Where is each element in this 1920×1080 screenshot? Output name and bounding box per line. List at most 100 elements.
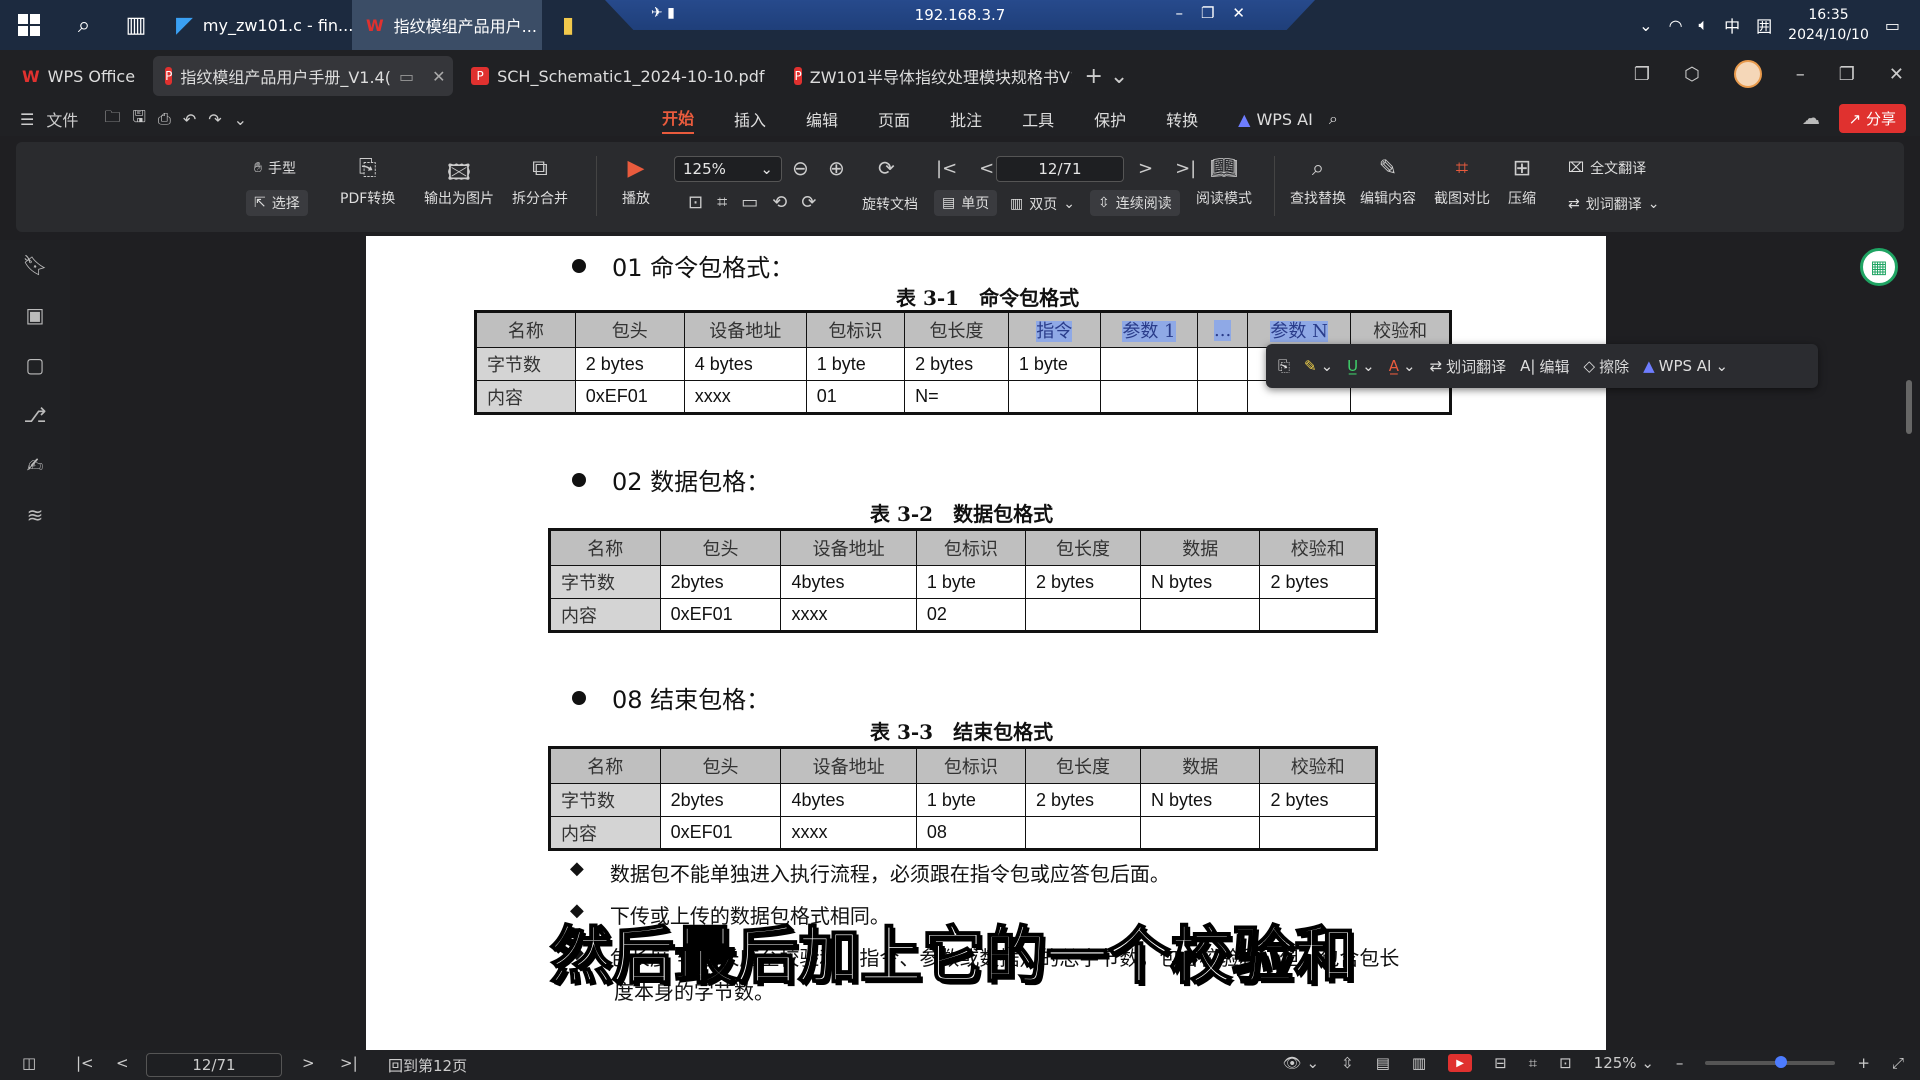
zoom-out-icon[interactable]: ⊖ — [792, 156, 809, 180]
tab-wps-office[interactable]: W WPS Office — [10, 56, 147, 96]
ime-grid-icon[interactable]: 囲 — [1756, 13, 1772, 37]
find-replace-button[interactable]: ⌕ 查找替换 — [1290, 156, 1346, 208]
rotate-document-button[interactable]: 旋转文档 — [862, 194, 918, 214]
spreadsheet-widget-icon[interactable]: ▦ — [1860, 248, 1898, 286]
task-view-icon[interactable]: ▥ — [110, 0, 162, 50]
fit-page-icon[interactable]: ⌗ — [1529, 1054, 1537, 1072]
multi-window-icon[interactable]: ❐ — [1634, 64, 1650, 85]
edit-content-button[interactable]: ✎ 编辑内容 — [1360, 156, 1416, 208]
redo-icon[interactable]: ↷ — [208, 110, 221, 129]
split-merge-button[interactable]: ⧉ 拆分合并 — [512, 156, 568, 208]
zoom-slider[interactable] — [1705, 1056, 1836, 1068]
notification-icon[interactable]: ▭ — [1885, 16, 1900, 35]
chevron-down-icon[interactable]: ⌄ — [234, 110, 247, 129]
attachment-icon[interactable]: ⎇ — [0, 390, 70, 440]
cube-icon[interactable]: ⬡ — [1684, 64, 1700, 85]
ime-indicator[interactable]: 中 — [1724, 13, 1740, 37]
double-page-icon[interactable]: ▥ — [1412, 1054, 1426, 1072]
prev-page-icon[interactable]: < — [116, 1054, 129, 1072]
minimize-icon[interactable]: – — [1175, 4, 1183, 22]
tab-schematic[interactable]: P SCH_Schematic1_2024-10-10.pdf — [459, 56, 776, 96]
read-mode-button[interactable]: 📖︎ 阅读模式 — [1196, 156, 1252, 208]
last-page-icon[interactable]: >| — [340, 1054, 358, 1072]
search-icon[interactable]: ⌕ — [58, 0, 110, 50]
share-button[interactable]: ↗ 分享 — [1838, 104, 1906, 133]
rotate-left-icon[interactable]: ⟲ — [772, 192, 787, 213]
actual-size-icon[interactable]: ⊡ — [1559, 1054, 1572, 1072]
windows-start-icon[interactable] — [0, 0, 58, 50]
zoom-select[interactable]: 125% ⌄ — [674, 156, 782, 182]
first-page-icon[interactable]: |< — [76, 1054, 94, 1072]
fit-page-icon[interactable]: ⌗ — [717, 192, 727, 213]
tab-start[interactable]: 开始 — [662, 105, 695, 134]
wps-ai-button[interactable]: ▲ WPS AI ⌄ — [1643, 357, 1728, 375]
save-icon[interactable]: 🖫︎ — [132, 106, 146, 133]
close-icon[interactable]: ✕ — [1889, 64, 1904, 85]
first-page-icon[interactable]: |< — [936, 158, 957, 179]
tab-insert[interactable]: 插入 — [734, 107, 766, 131]
fullscreen-icon[interactable]: ⤢ — [1892, 1054, 1904, 1072]
select-tool[interactable]: ⇱ 选择 — [246, 190, 308, 216]
thumbnail-icon[interactable]: ▣ — [0, 290, 70, 340]
tab-fingerprint-manual[interactable]: P 指纹模组产品用户手册_V1.4( ▭ ✕ — [153, 56, 454, 96]
close-tab-icon[interactable]: ✕ — [432, 67, 445, 86]
zoom-in-icon[interactable]: ⊕ — [828, 156, 845, 180]
status-page-input[interactable]: 12/71 — [146, 1053, 282, 1077]
clock[interactable]: 16:35 2024/10/10 — [1788, 5, 1869, 45]
tab-tools[interactable]: 工具 — [1022, 107, 1054, 131]
underline-button[interactable]: U̲ ⌄ — [1347, 357, 1375, 375]
rotate-right-icon[interactable]: ⟳ — [801, 192, 816, 213]
copy-icon[interactable]: ⎘ — [1278, 357, 1290, 375]
layers-icon[interactable]: ≋ — [0, 490, 70, 540]
play-icon[interactable]: ▶ — [1448, 1054, 1473, 1072]
font-color-button[interactable]: A̲ ⌄ — [1389, 357, 1416, 375]
compress-button[interactable]: ⊞ 压缩 — [1508, 156, 1536, 208]
end-packet-table[interactable]: 名称 包头 设备地址 包标识 包长度 数据 校验和 字节数 2bytes 4by… — [548, 746, 1378, 851]
restore-icon[interactable]: ❐ — [1201, 4, 1214, 22]
continuous-mode-icon[interactable]: ⇳ — [1341, 1054, 1354, 1072]
eye-icon[interactable]: 👁︎ ⌄ — [1283, 1054, 1319, 1072]
actual-size-icon[interactable]: ⊡ — [688, 192, 703, 213]
single-page-button[interactable]: ▤ 单页 — [934, 190, 998, 216]
back-to-page-link[interactable]: 回到第12页 — [388, 1055, 467, 1076]
print-icon[interactable]: ⎙ — [158, 109, 171, 129]
screenshot-compare-button[interactable]: ⌗ 截图对比 — [1434, 156, 1490, 208]
play-button[interactable]: ▶ 播放 — [622, 156, 650, 208]
zoom-in-icon[interactable]: + — [1857, 1054, 1870, 1072]
full-translate-button[interactable]: ⌧ 全文翻译 — [1568, 158, 1646, 178]
sidebar-toggle-icon[interactable]: ◫ — [22, 1054, 36, 1072]
last-page-icon[interactable]: >| — [1175, 158, 1196, 179]
zoom-out-icon[interactable]: – — [1676, 1054, 1684, 1072]
next-page-icon[interactable]: > — [1138, 158, 1153, 179]
volume-icon[interactable]: 🔈︎ — [1699, 15, 1709, 35]
prev-page-icon[interactable]: < — [979, 158, 994, 179]
page-number-input[interactable]: 12/71 — [996, 156, 1124, 182]
word-translate-button[interactable]: ⇄ 划词翻译 — [1430, 356, 1507, 377]
minimize-icon[interactable]: – — [1796, 64, 1805, 85]
cloud-sync-icon[interactable]: ☁ — [1802, 108, 1820, 129]
erase-button[interactable]: ◇ 擦除 — [1584, 356, 1630, 377]
tab-protect[interactable]: 保护 — [1094, 107, 1126, 131]
add-tab-icon[interactable]: + ⌄ — [1084, 64, 1128, 89]
taskbar-app-vscode[interactable]: ◤ my_zw101.c - fin... — [162, 0, 352, 50]
rotate-icon[interactable]: ⟳ — [878, 156, 895, 180]
data-packet-table[interactable]: 名称 包头 设备地址 包标识 包长度 数据 校验和 字节数 2bytes 4by… — [548, 528, 1378, 633]
close-icon[interactable]: ✕ — [1232, 4, 1245, 22]
restore-icon[interactable]: ❐ — [1839, 64, 1855, 85]
signature-icon[interactable]: ✍︎ — [0, 440, 70, 490]
pdf-convert-button[interactable]: ⎘ PDF转换 — [340, 156, 395, 208]
fit-width-icon[interactable]: ⊟ — [1494, 1054, 1507, 1072]
chevron-up-icon[interactable]: ⌄ — [1639, 16, 1652, 35]
highlight-button[interactable]: ✎ ⌄ — [1304, 357, 1333, 375]
fit-width-icon[interactable]: ▭ — [741, 192, 758, 213]
export-image-button[interactable]: 🖾︎ 输出为图片 — [424, 156, 494, 208]
undo-icon[interactable]: ↶ — [183, 110, 196, 129]
status-zoom[interactable]: 125% ⌄ — [1594, 1054, 1654, 1072]
wps-ai-button[interactable]: ▲ WPS AI ⌕ — [1238, 109, 1338, 129]
tab-annotate[interactable]: 批注 — [950, 107, 982, 131]
avatar[interactable] — [1733, 60, 1762, 88]
hamburger-icon[interactable]: ☰ — [20, 110, 34, 129]
folder-icon[interactable]: ▮ — [542, 0, 594, 50]
next-page-icon[interactable]: > — [302, 1054, 315, 1072]
tab-zw101-spec[interactable]: P ZW101半导体指纹处理模块规格书V1 — [782, 56, 1072, 96]
